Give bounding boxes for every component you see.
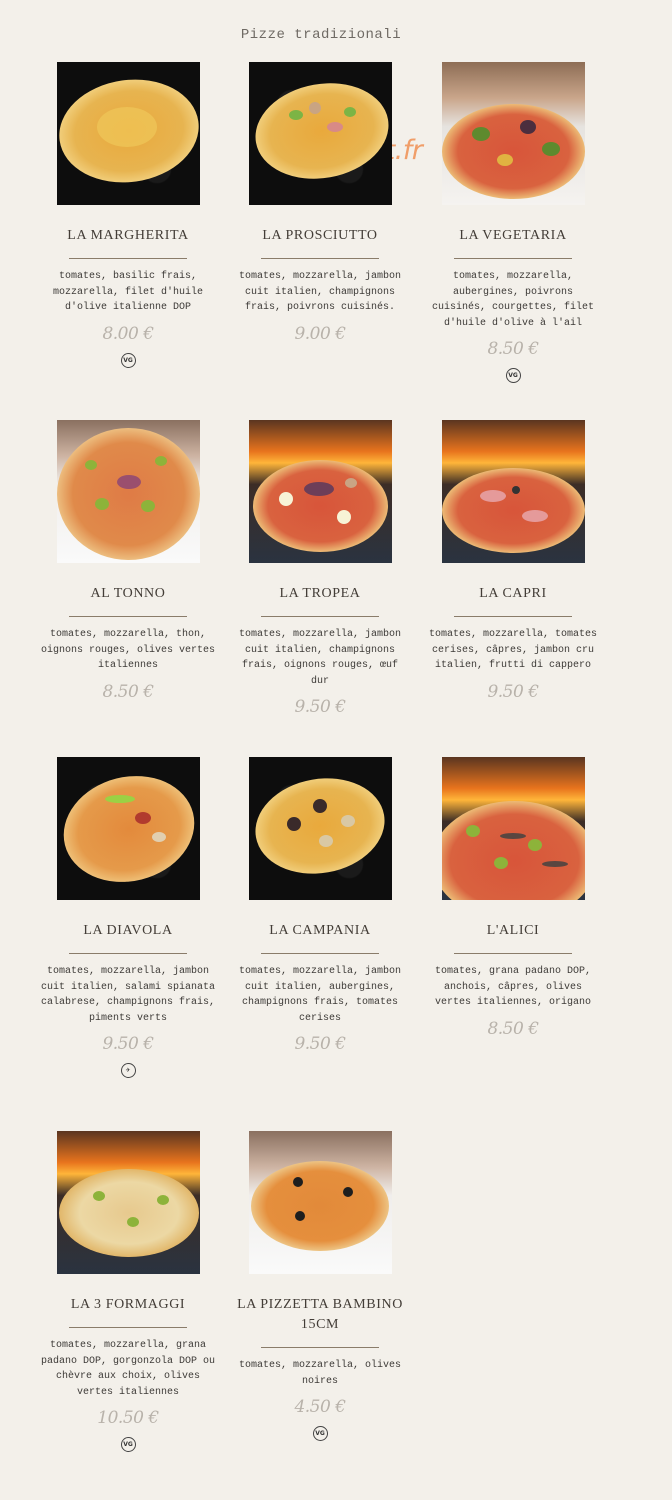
pizza-name: La Prosciutto — [262, 228, 378, 243]
pizza-photo[interactable] — [441, 62, 585, 205]
pizza-photo[interactable] — [248, 62, 392, 205]
vegetarian-icon: VG — [120, 352, 136, 368]
pizza-name: Al Tonno — [90, 586, 166, 601]
pizza-name: L'Alici — [486, 923, 540, 938]
divider — [69, 953, 187, 954]
pizza-card-campania[interactable]: La Campania tomates, mozzarella, jambon … — [224, 757, 416, 1054]
pizza-card-prosciutto[interactable]: La Prosciutto tomates, mozzarella, jambo… — [224, 62, 416, 344]
pizza-price: 8.00 € — [102, 323, 154, 344]
pizza-card-diavola[interactable]: La Diavola tomates, mozzarella, jambon c… — [32, 757, 224, 1079]
pizza-photo[interactable] — [441, 757, 585, 900]
divider — [261, 1347, 379, 1348]
pizza-description: tomates, mozzarella, jambon cuit italien… — [238, 966, 402, 1024]
divider — [261, 258, 379, 259]
pizza-description: tomates, grana padano DOP, anchois, câpr… — [434, 966, 592, 1009]
pizza-name: La Diavola — [83, 923, 173, 938]
pizza-description: tomates, basilic frais, mozzarella, file… — [52, 271, 204, 314]
pizza-name: La Pizzetta Bambino 15cm — [237, 1297, 403, 1332]
pizza-photo[interactable] — [441, 420, 585, 563]
vegetarian-icon: VG — [120, 1437, 136, 1453]
pizza-name: La 3 Formaggi — [70, 1297, 186, 1312]
pizza-price: 10.50 € — [97, 1408, 159, 1429]
spicy-icon: ✈ — [120, 1063, 136, 1079]
pizza-description: tomates, mozzarella, aubergines, poivron… — [431, 271, 595, 329]
pizza-photo[interactable] — [56, 420, 200, 563]
pizza-name: La Tropea — [279, 586, 361, 601]
section-title: Pizze tradizionali — [240, 27, 402, 43]
pizza-description: tomates, mozzarella, grana padano DOP, g… — [40, 1340, 216, 1398]
pizza-price: 9.50 € — [294, 697, 346, 718]
divider — [454, 258, 572, 259]
pizza-name: La Campania — [269, 923, 371, 938]
divider — [261, 616, 379, 617]
vegetarian-icon: VG — [312, 1426, 328, 1442]
pizza-price: 4.50 € — [294, 1397, 346, 1418]
pizza-price: 8.50 € — [487, 339, 539, 360]
pizza-description: tomates, mozzarella, tomates cerises, câ… — [428, 629, 598, 672]
pizza-card-tropea[interactable]: La Tropea tomates, mozzarella, jambon cu… — [224, 420, 416, 717]
pizza-price: 9.50 € — [102, 1034, 154, 1055]
pizza-photo[interactable] — [56, 62, 200, 205]
pizza-card-pizzetta-bambino[interactable]: La Pizzetta Bambino 15cm tomates, mozzar… — [224, 1131, 416, 1442]
pizza-name: La Margherita — [67, 228, 189, 243]
pizza-card-al-tonno[interactable]: Al Tonno tomates, mozzarella, thon, oign… — [32, 420, 224, 702]
pizza-price: 9.50 € — [487, 681, 539, 702]
divider — [454, 953, 572, 954]
pizza-price: 9.00 € — [294, 323, 346, 344]
pizza-description: tomates, mozzarella, jambon cuit italien… — [40, 966, 216, 1024]
pizza-photo[interactable] — [56, 1131, 200, 1274]
pizza-description: tomates, mozzarella, jambon cuit italien… — [238, 629, 402, 687]
pizza-card-3-formaggi[interactable]: La 3 Formaggi tomates, mozzarella, grana… — [32, 1131, 224, 1453]
pizza-name: La Vegetaria — [459, 228, 567, 243]
pizza-price: 9.50 € — [294, 1034, 346, 1055]
divider — [69, 616, 187, 617]
divider — [69, 258, 187, 259]
pizza-photo[interactable] — [248, 1131, 392, 1274]
pizza-photo[interactable] — [248, 757, 392, 900]
vegetarian-icon: VG — [505, 368, 521, 384]
pizza-photo[interactable] — [248, 420, 392, 563]
pizza-description: tomates, mozzarella, jambon cuit italien… — [238, 271, 402, 314]
divider — [261, 953, 379, 954]
pizza-card-vegetaria[interactable]: La Vegetaria tomates, mozzarella, auberg… — [417, 62, 609, 384]
divider — [69, 1327, 187, 1328]
pizza-card-alici[interactable]: L'Alici tomates, grana padano DOP, ancho… — [417, 757, 609, 1039]
pizza-photo[interactable] — [56, 757, 200, 900]
pizza-card-margherita[interactable]: La Margherita tomates, basilic frais, mo… — [32, 62, 224, 368]
pizza-description: tomates, mozzarella, olives noires — [238, 1360, 402, 1387]
pizza-card-capri[interactable]: La Capri tomates, mozzarella, tomates ce… — [417, 420, 609, 702]
pizza-price: 8.50 € — [487, 1018, 539, 1039]
pizza-description: tomates, mozzarella, thon, oignons rouge… — [40, 629, 216, 672]
pizza-price: 8.50 € — [102, 681, 154, 702]
divider — [454, 616, 572, 617]
pizza-name: La Capri — [479, 586, 547, 601]
